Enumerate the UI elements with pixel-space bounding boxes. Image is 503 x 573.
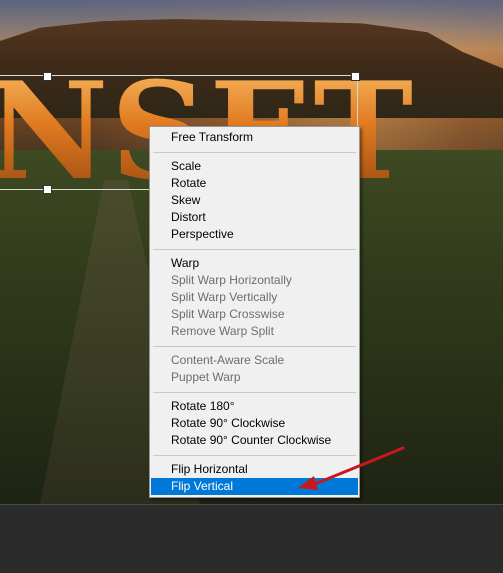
transform-context-menu: Free Transform Scale Rotate Skew Distort Pers… (149, 126, 360, 498)
workspace-panel-bottom (0, 504, 503, 573)
transform-handle-top-right[interactable] (351, 72, 360, 81)
menu-item-scale[interactable]: Scale (151, 158, 358, 175)
menu-separator (153, 152, 356, 153)
menu-item-split-warp-crosswise: Split Warp Crosswise (171, 307, 285, 321)
menu-item-rotate-180[interactable]: Rotate 180° (151, 398, 358, 415)
menu-item-flip-horizontal[interactable]: Flip Horizontal (151, 461, 358, 478)
menu-item-remove-warp-split: Remove Warp Split (171, 324, 274, 338)
menu-item-split-warp-vertically: Split Warp Vertically (171, 290, 278, 304)
menu-item-rotate-90-clockwise[interactable]: Rotate 90° Clockwise (151, 415, 358, 432)
menu-item-warp[interactable]: Warp (151, 255, 358, 272)
menu-separator (153, 392, 356, 393)
menu-item-skew[interactable]: Skew (151, 192, 358, 209)
menu-item-rotate-90-counter-clockwise[interactable]: Rotate 90° Counter Clockwise (151, 432, 358, 449)
menu-item-perspective[interactable]: Perspective (151, 226, 358, 243)
menu-item-flip-vertical[interactable]: Flip Vertical (151, 478, 358, 495)
transform-handle-top-middle[interactable] (43, 72, 52, 81)
menu-item-split-warp-horizontally: Split Warp Horizontally (171, 273, 292, 287)
transform-handle-bottom-middle[interactable] (43, 185, 52, 194)
menu-item-rotate[interactable]: Rotate (151, 175, 358, 192)
menu-item-content-aware-scale: Content-Aware Scale (171, 353, 285, 367)
menu-item-free-transform[interactable]: Free Transform (151, 129, 358, 146)
menu-separator (153, 249, 356, 250)
menu-separator (153, 455, 356, 456)
menu-separator (153, 346, 356, 347)
menu-item-puppet-warp: Puppet Warp (171, 370, 241, 384)
menu-item-distort[interactable]: Distort (151, 209, 358, 226)
